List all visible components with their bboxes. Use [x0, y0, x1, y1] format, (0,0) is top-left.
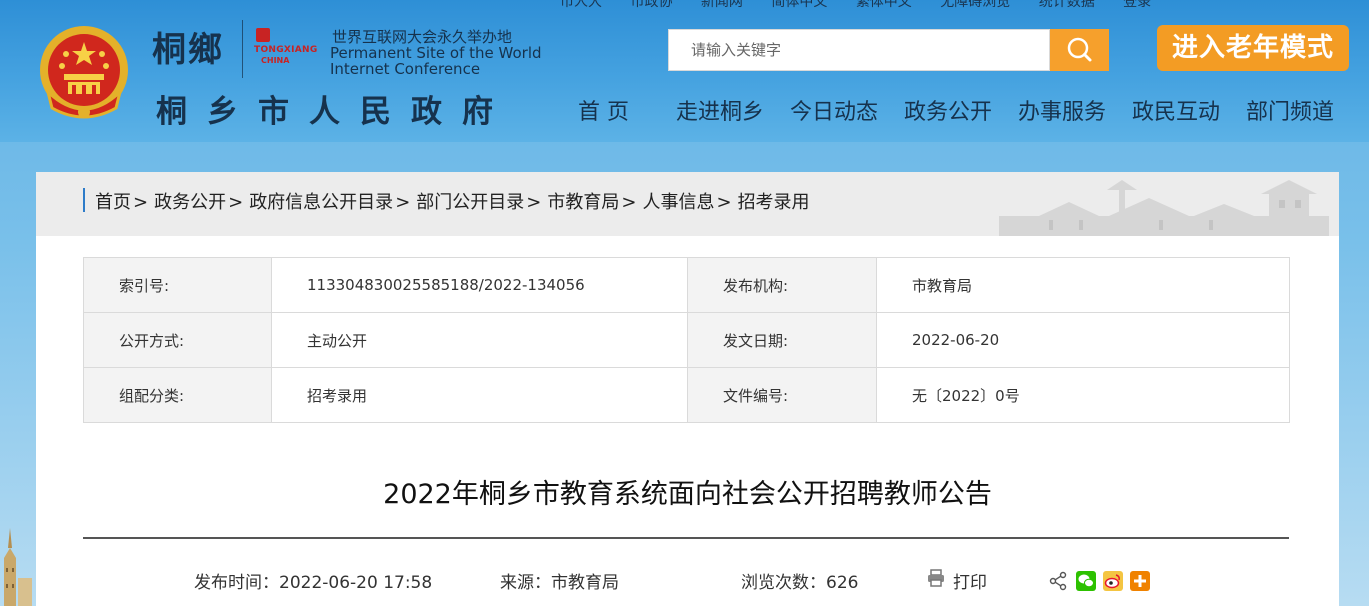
site-title: 桐乡市人民政府	[156, 94, 513, 130]
nav-about[interactable]: 走进桐乡	[676, 94, 764, 126]
nav-departments[interactable]: 部门频道	[1246, 94, 1334, 126]
top-link[interactable]: 繁体中文	[856, 0, 912, 10]
meta-row: 索引号: 113304830025585188/2022-134056 发布机构…	[83, 257, 1290, 313]
breadcrumb-personnel[interactable]: 人事信息	[642, 192, 714, 213]
nav-news[interactable]: 今日动态	[790, 94, 878, 126]
weibo-icon[interactable]	[1103, 571, 1123, 591]
breadcrumb-sep: >	[395, 192, 411, 213]
breadcrumb-dept-catalog[interactable]: 部门公开目录	[416, 192, 524, 213]
elder-mode-button[interactable]: 进入老年模式	[1157, 25, 1349, 71]
nav-gov-affairs[interactable]: 政务公开	[904, 94, 992, 126]
view-count: 浏览次数：626	[741, 573, 859, 593]
top-link[interactable]: 简体中文	[771, 0, 827, 10]
document-meta-table: 索引号: 113304830025585188/2022-134056 发布机构…	[83, 257, 1290, 423]
nav-home[interactable]: 首 页	[578, 94, 629, 126]
meta-category-value: 招考录用	[271, 367, 688, 423]
breadcrumb-catalog[interactable]: 政府信息公开目录	[249, 192, 393, 213]
meta-date-value: 2022-06-20	[876, 312, 1290, 368]
publish-time: 发布时间：2022-06-20 17:58	[194, 573, 433, 593]
national-emblem-icon	[40, 26, 128, 119]
print-button[interactable]: 打印	[953, 568, 987, 593]
article-source: 来源：市教育局	[500, 573, 619, 593]
breadcrumb-bar: 首页 > 政务公开 > 政府信息公开目录 > 部门公开目录 > 市教育局 > 人事信息 > 招考录用	[36, 172, 1339, 236]
meta-open-label: 公开方式:	[83, 312, 272, 368]
meta-docno-value: 无〔2022〕0号	[876, 367, 1290, 423]
top-link[interactable]: 登录	[1123, 0, 1151, 10]
breadcrumb-home[interactable]: 首页	[95, 192, 131, 213]
share-icon[interactable]	[1048, 571, 1068, 591]
breadcrumb-sep: >	[716, 192, 732, 213]
breadcrumb: 首页 > 政务公开 > 政府信息公开目录 > 部门公开目录 > 市教育局 > 人事信息 > 招考录用	[95, 188, 810, 214]
meta-row: 组配分类: 招考录用 文件编号: 无〔2022〕0号	[83, 367, 1290, 423]
breadcrumb-gov-affairs[interactable]: 政务公开	[154, 192, 226, 213]
breadcrumb-education-bureau[interactable]: 市教育局	[547, 192, 619, 213]
top-link[interactable]: 无障碍浏览	[940, 0, 1010, 10]
top-link[interactable]: 市政协	[630, 0, 672, 10]
title-divider	[83, 537, 1289, 539]
search-input[interactable]	[668, 29, 1050, 71]
logo-divider	[242, 20, 243, 78]
breadcrumb-sep: >	[621, 192, 637, 213]
article-title: 2022年桐乡市教育系统面向社会公开招聘教师公告	[383, 479, 992, 510]
meta-index-label: 索引号:	[83, 257, 272, 313]
breadcrumb-sep: >	[133, 192, 149, 213]
meta-publisher-label: 发布机构:	[687, 257, 877, 313]
top-link[interactable]: 新闻网	[701, 0, 743, 10]
nav-interaction[interactable]: 政民互动	[1132, 94, 1220, 126]
logo-en-top: TONGXIANG	[254, 45, 318, 55]
meta-publisher-value: 市教育局	[876, 257, 1290, 313]
more-share-icon[interactable]	[1130, 571, 1150, 591]
meta-category-label: 组配分类:	[83, 367, 272, 423]
site-header: 市人大 市政协 新闻网 简体中文 繁体中文 无障碍浏览 统计数据 登录 桐鄉 T…	[0, 0, 1369, 142]
top-links: 市人大 市政协 新闻网 简体中文 繁体中文 无障碍浏览 统计数据 登录	[560, 0, 1175, 10]
top-link[interactable]: 市人大	[560, 0, 602, 10]
breadcrumb-accent	[83, 188, 85, 212]
content-panel: 首页 > 政务公开 > 政府信息公开目录 > 部门公开目录 > 市教育局 > 人事信息 > 招考录用	[36, 172, 1339, 606]
logo-en-bottom: CHINA	[261, 56, 290, 65]
meta-row: 公开方式: 主动公开 发文日期: 2022-06-20	[83, 312, 1290, 368]
tongxiang-logo-script: 桐鄉	[152, 30, 224, 70]
breadcrumb-sep: >	[526, 192, 542, 213]
tower-decoration	[4, 528, 32, 606]
printer-icon[interactable]	[927, 569, 945, 587]
top-link[interactable]: 统计数据	[1039, 0, 1095, 10]
search-icon	[1067, 37, 1092, 62]
meta-index-value: 113304830025585188/2022-134056	[271, 257, 688, 313]
wechat-icon[interactable]	[1076, 571, 1096, 591]
meta-docno-label: 文件编号:	[687, 367, 877, 423]
skyline-decoration	[999, 180, 1329, 236]
meta-open-value: 主动公开	[271, 312, 688, 368]
meta-date-label: 发文日期:	[687, 312, 877, 368]
wic-en-text-2: Internet Conference	[330, 60, 481, 78]
nav-services[interactable]: 办事服务	[1018, 94, 1106, 126]
breadcrumb-sep: >	[228, 192, 244, 213]
tongxiang-seal-icon	[256, 28, 270, 42]
breadcrumb-recruitment[interactable]: 招考录用	[738, 192, 810, 213]
search-button[interactable]	[1050, 29, 1109, 71]
